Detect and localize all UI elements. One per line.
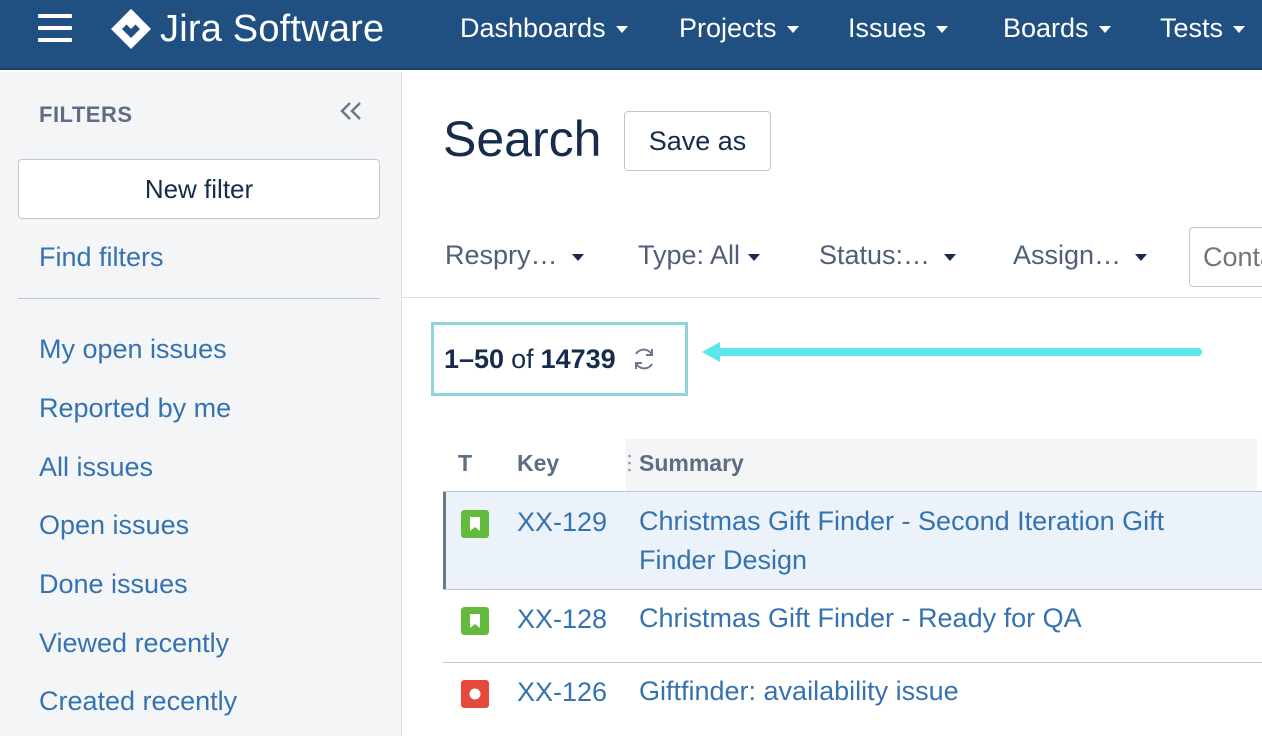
column-header-type[interactable]: T xyxy=(458,450,472,477)
issue-summary-link[interactable]: Christmas Gift Finder - Ready for QA xyxy=(639,599,1239,638)
sidebar-item-all-issues[interactable]: All issues xyxy=(39,452,153,483)
sidebar-title: FILTERS xyxy=(39,102,133,127)
annotation-arrow-icon xyxy=(702,342,1202,362)
chevron-down-icon xyxy=(1135,253,1148,261)
find-filters-link[interactable]: Find filters xyxy=(39,242,164,273)
results-range: 1–50 xyxy=(444,343,505,374)
sidebar-item-open-issues[interactable]: Open issues xyxy=(39,510,189,541)
nav-projects[interactable]: Projects xyxy=(679,10,799,46)
sidebar-divider xyxy=(18,298,380,299)
top-navigation-bar: Jira Software Dashboards Projects Issues… xyxy=(0,0,1262,70)
column-resize-handle[interactable] xyxy=(628,452,631,478)
refresh-icon[interactable] xyxy=(630,345,658,373)
nav-tests[interactable]: Tests xyxy=(1160,10,1246,46)
nav-label: Boards xyxy=(1003,13,1089,43)
chevron-down-icon xyxy=(936,26,949,33)
filter-label: Respry… xyxy=(445,240,558,270)
story-icon xyxy=(461,607,489,635)
column-header-key[interactable]: Key xyxy=(517,450,559,477)
collapse-sidebar-icon[interactable] xyxy=(338,98,364,124)
nav-dashboards[interactable]: Dashboards xyxy=(460,10,628,46)
chevron-down-icon xyxy=(1233,26,1246,33)
results-of: of xyxy=(511,343,534,374)
toolbar-divider xyxy=(402,297,1262,298)
sidebar-item-done-issues[interactable]: Done issues xyxy=(39,569,188,600)
issue-key-link[interactable]: XX-126 xyxy=(517,677,607,708)
row-divider xyxy=(443,589,1262,590)
results-count: 1–50 of 14739 xyxy=(431,322,688,396)
sidebar-item-created-recently[interactable]: Created recently xyxy=(39,686,237,717)
project-filter-dropdown[interactable]: Respry… xyxy=(445,240,584,271)
menu-icon[interactable] xyxy=(38,14,72,42)
page-title: Search xyxy=(443,111,602,167)
nav-label: Projects xyxy=(679,13,777,43)
app-name: Jira Software xyxy=(160,8,385,50)
type-filter-dropdown[interactable]: Type: All xyxy=(638,240,761,271)
sidebar-item-my-open-issues[interactable]: My open issues xyxy=(39,334,227,365)
issue-summary-link[interactable]: Giftfinder: availability issue xyxy=(639,672,1239,711)
contains-text-input[interactable] xyxy=(1189,227,1262,287)
issue-key-link[interactable]: XX-129 xyxy=(517,507,607,538)
sidebar-item-viewed-recently[interactable]: Viewed recently xyxy=(39,628,229,659)
chevron-down-icon xyxy=(786,26,799,33)
column-header-summary[interactable]: Summary xyxy=(639,450,744,477)
results-total: 14739 xyxy=(540,343,616,374)
row-divider xyxy=(443,662,1262,663)
filter-label: Assign… xyxy=(1013,240,1122,270)
chevron-down-icon xyxy=(615,26,628,33)
chevron-down-icon xyxy=(944,253,957,261)
nav-label: Dashboards xyxy=(460,13,606,43)
story-icon xyxy=(461,510,489,538)
status-filter-dropdown[interactable]: Status:… xyxy=(819,240,957,271)
bug-icon xyxy=(461,680,489,708)
nav-label: Tests xyxy=(1160,13,1224,43)
jira-logo-icon xyxy=(111,9,151,49)
new-filter-button[interactable]: New filter xyxy=(18,159,380,219)
nav-label: Issues xyxy=(848,13,927,43)
filter-label: Status:… xyxy=(819,240,931,270)
save-as-button[interactable]: Save as xyxy=(624,111,771,171)
chevron-down-icon xyxy=(1098,26,1111,33)
assignee-filter-dropdown[interactable]: Assign… xyxy=(1013,240,1148,271)
filter-label: Type: All xyxy=(638,240,741,270)
issue-key-link[interactable]: XX-128 xyxy=(517,604,607,635)
chevron-down-icon xyxy=(748,253,761,261)
nav-boards[interactable]: Boards xyxy=(1003,10,1111,46)
chevron-down-icon xyxy=(571,253,584,261)
issue-summary-link[interactable]: Christmas Gift Finder - Second Iteration… xyxy=(639,502,1239,580)
sidebar-item-reported-by-me[interactable]: Reported by me xyxy=(39,393,231,424)
nav-issues[interactable]: Issues xyxy=(848,10,949,46)
filters-sidebar: FILTERS New filter Find filters My open … xyxy=(0,72,402,736)
jira-logo[interactable]: Jira Software xyxy=(110,8,384,50)
